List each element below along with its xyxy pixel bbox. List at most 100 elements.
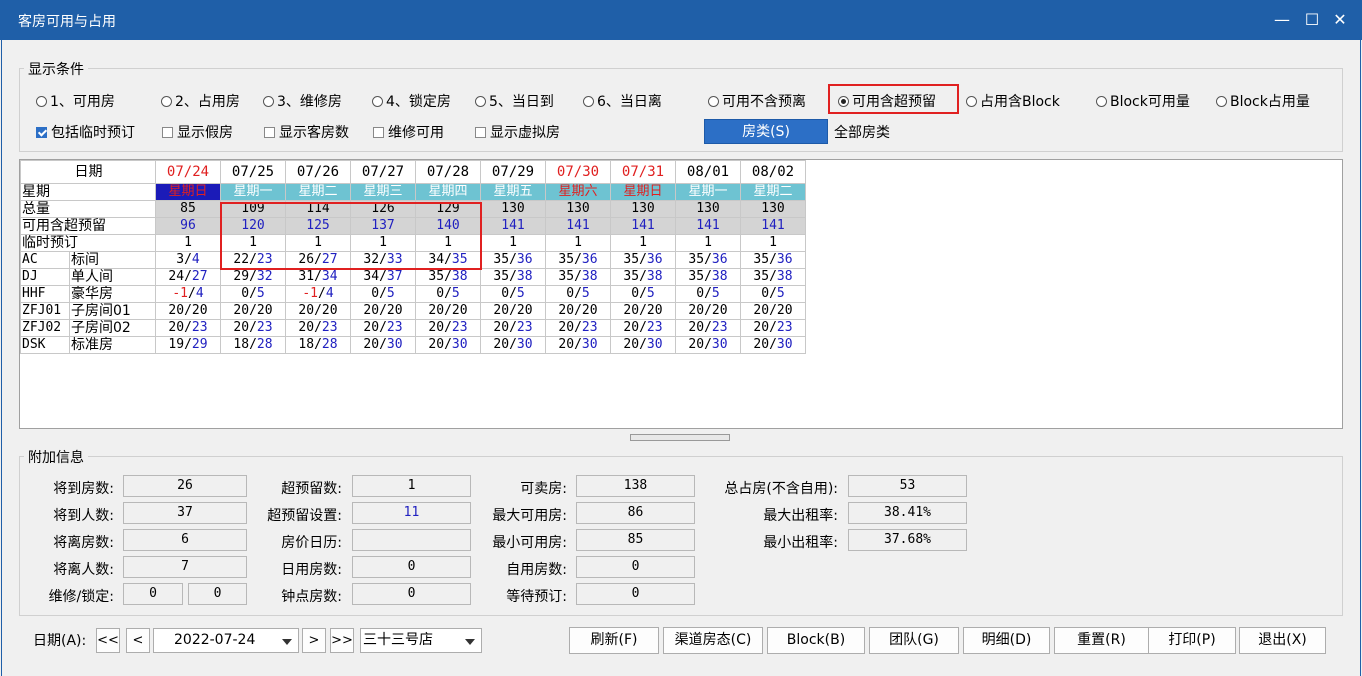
refresh-button[interactable]: 刷新(F): [569, 627, 659, 654]
room-count-cell: 35/36: [545, 251, 611, 269]
room-available-value: 35: [753, 269, 770, 285]
total-cell: 130: [740, 200, 806, 218]
block-button[interactable]: Block(B): [767, 627, 865, 654]
room-count-cell: 20/30: [415, 336, 481, 354]
check-show-fake-rooms[interactable]: 显示假房: [162, 122, 233, 142]
window-title: 客房可用与占用: [18, 14, 116, 30]
room-available-value: 20: [168, 320, 185, 336]
radio-block-occupied[interactable]: Block占用量: [1216, 91, 1310, 111]
group-button[interactable]: 团队(G): [869, 627, 959, 654]
room-available-value: 35: [688, 252, 705, 268]
room-available-value: 35: [493, 269, 510, 285]
separator: /: [314, 303, 322, 319]
radio-departing-today[interactable]: 6、当日离: [583, 91, 662, 111]
total-label: 总量: [20, 200, 156, 218]
room-code: DJ: [20, 268, 70, 286]
radio-available[interactable]: 1、可用房: [36, 91, 115, 111]
room-capacity-value: 38: [581, 269, 598, 285]
detail-button[interactable]: 明细(D): [963, 627, 1050, 654]
separator: /: [704, 303, 712, 319]
room-available-value: 20: [298, 320, 315, 336]
depart-people-label: 将离人数:: [53, 562, 114, 578]
availability-grid[interactable]: 日期 07/24 07/25 07/26 07/27 07/28 07/29 07/30 07/…: [19, 159, 1343, 429]
reset-button[interactable]: 重置(R): [1054, 627, 1149, 654]
radio-maintenance[interactable]: 3、维修房: [263, 91, 342, 111]
date-cell: 08/01: [675, 160, 741, 184]
separator: /: [704, 286, 712, 302]
date-cell: 07/27: [350, 160, 416, 184]
radio-locked[interactable]: 4、锁定房: [372, 91, 451, 111]
room-capacity-value: 37: [386, 269, 403, 285]
room-count-cell: 19/29: [155, 336, 221, 354]
check-maintenance-available[interactable]: 维修可用: [373, 122, 444, 142]
room-type-button[interactable]: 房类(S): [704, 119, 828, 144]
minimize-button[interactable]: —: [1268, 8, 1296, 32]
radio-available-excl-departure[interactable]: 可用不含预离: [708, 91, 806, 111]
overbook-set-field[interactable]: 11: [352, 502, 471, 524]
room-available-value: 35: [623, 252, 640, 268]
room-available-value: 34: [363, 269, 380, 285]
first-date-button[interactable]: <<: [96, 628, 120, 653]
available-cell: 141: [545, 217, 611, 235]
maximize-button[interactable]: ☐: [1298, 8, 1326, 32]
room-capacity-value: 23: [451, 320, 468, 336]
radio-block-available[interactable]: Block可用量: [1096, 91, 1190, 111]
radio-occupied-incl-block[interactable]: 占用含Block: [966, 91, 1060, 111]
room-capacity-value: 5: [646, 286, 655, 302]
room-count-cell: 20/30: [740, 336, 806, 354]
date-picker[interactable]: 2022-07-24: [153, 628, 299, 653]
room-count-cell: 20/23: [740, 319, 806, 337]
separator: /: [379, 286, 387, 302]
room-available-value: 35: [558, 252, 575, 268]
rate-calendar-field[interactable]: [352, 529, 471, 551]
room-count-cell: 35/36: [675, 251, 741, 269]
print-button[interactable]: 打印(P): [1148, 627, 1236, 654]
room-count-cell: 35/38: [740, 268, 806, 286]
splitter-handle[interactable]: [630, 434, 730, 441]
check-include-temp-booking[interactable]: 包括临时预订: [36, 122, 135, 142]
check-show-room-count[interactable]: 显示客房数: [264, 122, 349, 142]
depart-rooms-field: 6: [123, 529, 247, 551]
check-show-virtual-rooms[interactable]: 显示虚拟房: [475, 122, 560, 142]
room-count-cell: -1/4: [155, 285, 221, 303]
room-code: ZFJ01: [20, 302, 70, 320]
temp-booking-label: 临时预订: [20, 234, 156, 252]
room-count-cell: 31/34: [285, 268, 351, 286]
room-capacity-value: 4: [195, 286, 204, 302]
room-count-cell: 0/5: [220, 285, 286, 303]
channel-status-button[interactable]: 渠道房态(C): [663, 627, 763, 654]
last-date-button[interactable]: >>: [330, 628, 354, 653]
temp-booking-cell: 1: [675, 234, 741, 252]
radio-arriving-today[interactable]: 5、当日到: [475, 91, 554, 111]
available-cell: 141: [675, 217, 741, 235]
separator: /: [184, 337, 192, 353]
self-use-label: 自用房数:: [506, 562, 567, 578]
radio-occupied[interactable]: 2、占用房: [161, 91, 240, 111]
separator: /: [574, 252, 582, 268]
room-available-value: 35: [623, 269, 640, 285]
separator: /: [379, 303, 387, 319]
separator: /: [574, 286, 582, 302]
radio-dot: [966, 96, 977, 107]
next-date-button[interactable]: >: [302, 628, 326, 653]
radio-dot: [372, 96, 383, 107]
room-count-cell: 0/5: [415, 285, 481, 303]
close-button[interactable]: ✕: [1326, 8, 1354, 32]
room-count-cell: 20/23: [285, 319, 351, 337]
date-header-row: 日期 07/24 07/25 07/26 07/27 07/28 07/29 07/30 07/…: [20, 160, 806, 184]
hotel-select[interactable]: 三十三号店: [360, 628, 482, 653]
room-capacity-value: 30: [451, 337, 468, 353]
room-capacity-value: 34: [321, 269, 338, 285]
room-count-cell: 20/23: [155, 319, 221, 337]
room-capacity-value: 20: [451, 303, 468, 319]
available-cell: 96: [155, 217, 221, 235]
room-count-cell: 0/5: [740, 285, 806, 303]
separator: /: [249, 269, 257, 285]
room-capacity-value: 36: [776, 252, 793, 268]
prev-date-button[interactable]: <: [126, 628, 150, 653]
room-available-value: 0: [631, 286, 640, 302]
room-capacity-value: 38: [451, 269, 468, 285]
temp-booking-cell: 1: [155, 234, 221, 252]
exit-button[interactable]: 退出(X): [1239, 627, 1326, 654]
room-available-value: 19: [168, 337, 185, 353]
